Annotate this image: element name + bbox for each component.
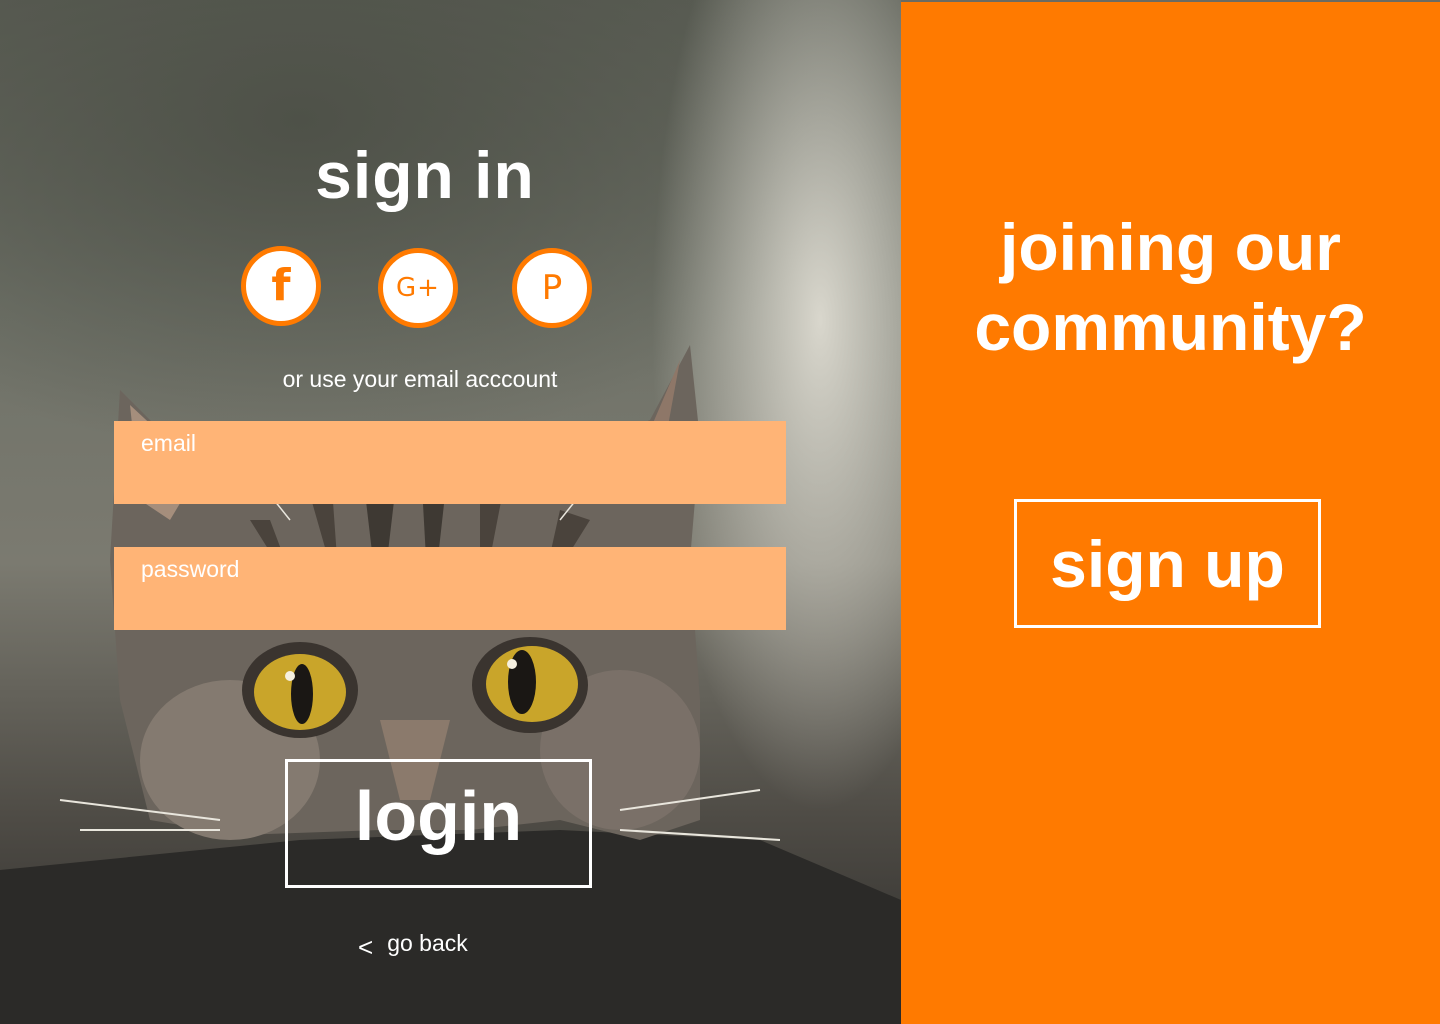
google-plus-icon: G+ <box>396 273 440 303</box>
login-button-label: login <box>354 776 523 855</box>
google-plus-login-button[interactable]: G+ <box>378 248 458 328</box>
email-field[interactable]: email <box>114 421 786 504</box>
password-input[interactable] <box>141 587 759 613</box>
signup-heading: joining our community? <box>901 207 1440 367</box>
email-input[interactable] <box>141 461 759 487</box>
password-field[interactable]: password <box>114 547 786 630</box>
login-button[interactable]: login <box>285 759 592 888</box>
facebook-login-button[interactable]: f <box>241 246 321 326</box>
email-label: email <box>141 430 196 456</box>
go-back-link[interactable]: < go back <box>358 930 468 962</box>
signup-heading-line-1: joining our <box>1000 210 1341 284</box>
signup-panel: joining our community? sign up <box>901 2 1440 1024</box>
signin-title: sign in <box>315 138 535 212</box>
email-option-text: or use your email acccount <box>282 366 558 392</box>
chevron-left-icon: < <box>358 931 374 962</box>
go-back-label: go back <box>387 930 468 956</box>
password-label: password <box>141 556 240 582</box>
pinterest-login-button[interactable]: P <box>512 248 592 328</box>
login-page: sign in f G+ P or use your email acccoun… <box>0 0 1440 1024</box>
signup-button[interactable]: sign up <box>1014 499 1321 628</box>
facebook-icon: f <box>271 260 291 311</box>
signup-heading-line-2: community? <box>974 290 1367 364</box>
pinterest-icon: P <box>541 268 563 308</box>
